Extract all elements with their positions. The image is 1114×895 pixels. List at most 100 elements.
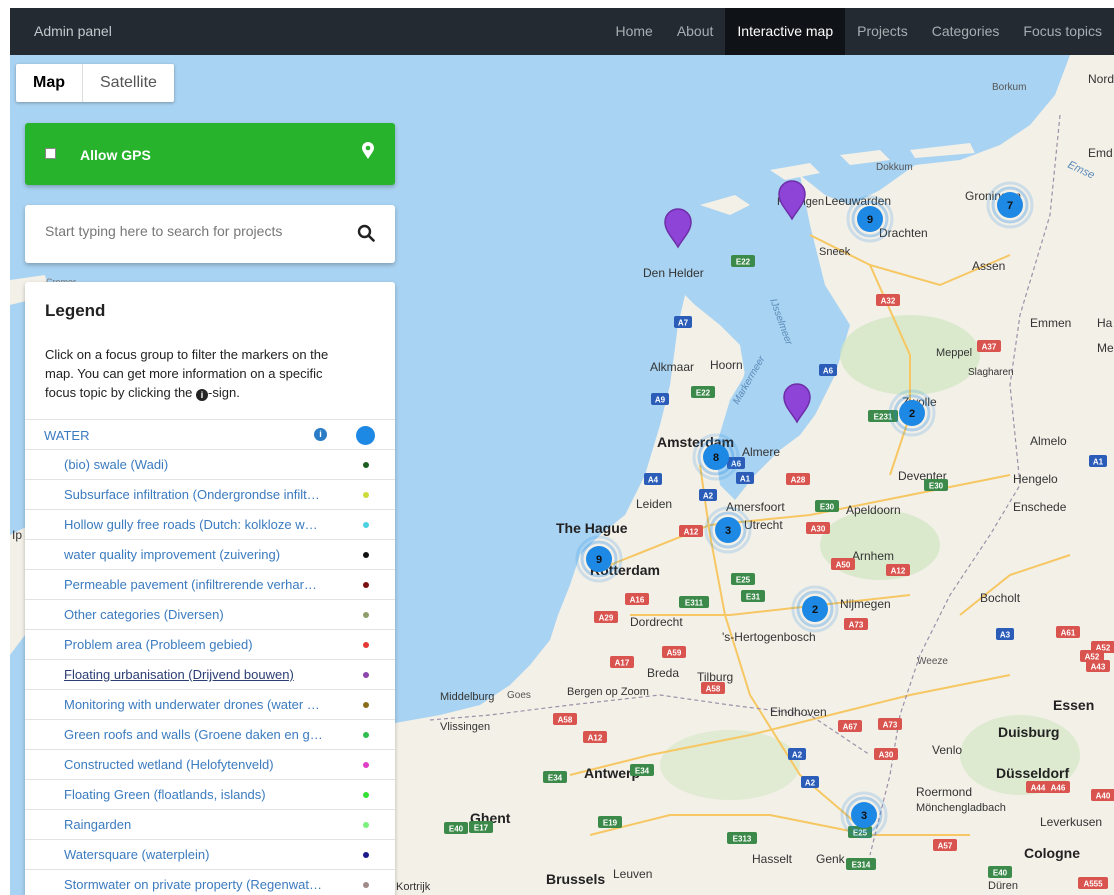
legend-item-label[interactable]: Floating Green (floatlands, islands) bbox=[64, 787, 324, 802]
svg-text:A44: A44 bbox=[1031, 784, 1046, 793]
svg-text:E314: E314 bbox=[852, 861, 871, 870]
map-label: Hasselt bbox=[752, 852, 793, 866]
allow-gps-panel[interactable]: Allow GPS bbox=[25, 123, 395, 185]
map-label: The Hague bbox=[556, 520, 628, 536]
legend-item-color-dot bbox=[363, 762, 369, 768]
legend-item[interactable]: Constructed wetland (Helofytenveld) bbox=[25, 749, 395, 779]
road-sign: E22 bbox=[691, 386, 715, 398]
brand-link[interactable]: Admin panel bbox=[34, 23, 112, 39]
legend-item[interactable]: Stormwater on private property (Regenwat… bbox=[25, 869, 395, 895]
legend-item[interactable]: Watersquare (waterplein) bbox=[25, 839, 395, 869]
road-sign: A43 bbox=[1086, 660, 1110, 672]
allow-gps-label: Allow GPS bbox=[80, 147, 151, 163]
search-input[interactable] bbox=[45, 223, 335, 239]
floating-urbanisation-pin[interactable] bbox=[783, 383, 811, 424]
legend-item-label[interactable]: Constructed wetland (Helofytenveld) bbox=[64, 757, 324, 772]
nav-projects[interactable]: Projects bbox=[845, 8, 920, 55]
svg-text:A555: A555 bbox=[1083, 880, 1103, 889]
svg-text:E17: E17 bbox=[474, 824, 489, 833]
map-label: Apeldoorn bbox=[846, 503, 901, 517]
floating-urbanisation-pin[interactable] bbox=[664, 208, 692, 249]
allow-gps-checkbox[interactable] bbox=[45, 148, 56, 159]
map-label: Den Helder bbox=[643, 266, 704, 280]
svg-text:A50: A50 bbox=[836, 561, 851, 570]
legend-item-color-dot bbox=[363, 462, 369, 468]
legend-item-label[interactable]: Other categories (Diversen) bbox=[64, 607, 324, 622]
svg-text:E22: E22 bbox=[696, 389, 711, 398]
legend-item-label[interactable]: Subsurface infiltration (Ondergrondse in… bbox=[64, 487, 324, 502]
svg-text:E313: E313 bbox=[733, 835, 752, 844]
legend-item[interactable]: Floating Green (floatlands, islands) bbox=[25, 779, 395, 809]
road-sign: A2 bbox=[788, 748, 806, 760]
svg-text:A58: A58 bbox=[706, 685, 721, 694]
legend-item-label[interactable]: (bio) swale (Wadi) bbox=[64, 457, 324, 472]
legend-item[interactable]: water quality improvement (zuivering) bbox=[25, 539, 395, 569]
legend-item-label[interactable]: Floating urbanisation (Drijvend bouwen) bbox=[64, 667, 324, 682]
map-label: Dordrecht bbox=[630, 615, 683, 629]
road-sign: A3 bbox=[996, 628, 1014, 640]
road-sign: A57 bbox=[933, 839, 957, 851]
nav-home[interactable]: Home bbox=[603, 8, 664, 55]
road-sign: E25 bbox=[731, 573, 755, 585]
legend-item[interactable]: (bio) swale (Wadi) bbox=[25, 449, 395, 479]
legend-intro-suffix: -sign. bbox=[208, 385, 240, 400]
legend-item-label[interactable]: Hollow gully free roads (Dutch: kolkloze… bbox=[64, 517, 324, 532]
road-sign: A59 bbox=[662, 646, 686, 658]
svg-text:A2: A2 bbox=[703, 492, 714, 501]
legend-item[interactable]: Other categories (Diversen) bbox=[25, 599, 395, 629]
legend-item[interactable]: Subsurface infiltration (Ondergrondse in… bbox=[25, 479, 395, 509]
floating-urbanisation-pin[interactable] bbox=[778, 180, 806, 221]
svg-text:E22: E22 bbox=[736, 258, 751, 267]
svg-text:A57: A57 bbox=[938, 842, 953, 851]
legend-item-label[interactable]: Stormwater on private property (Regenwat… bbox=[64, 877, 324, 892]
map-label: Mönchengladbach bbox=[916, 802, 1006, 814]
legend-item-color-dot bbox=[363, 852, 369, 858]
legend-item[interactable]: Problem area (Probleem gebied) bbox=[25, 629, 395, 659]
map-view-button[interactable]: Map bbox=[16, 64, 83, 102]
legend-item-label[interactable]: Monitoring with underwater drones (water… bbox=[64, 697, 324, 712]
svg-text:A12: A12 bbox=[684, 528, 699, 537]
search-icon[interactable] bbox=[357, 224, 375, 242]
legend-item-label[interactable]: Raingarden bbox=[64, 817, 324, 832]
road-sign: A17 bbox=[610, 656, 634, 668]
legend-group-label[interactable]: WATER bbox=[44, 428, 90, 443]
satellite-view-button[interactable]: Satellite bbox=[83, 64, 174, 102]
road-sign: A32 bbox=[876, 294, 900, 306]
map-label: Hoorn bbox=[710, 358, 743, 372]
svg-text:A46: A46 bbox=[1051, 784, 1066, 793]
map-label: Duisburg bbox=[998, 724, 1059, 740]
map-label: Middelburg bbox=[440, 691, 494, 703]
legend-item-color-dot bbox=[363, 522, 369, 528]
road-sign: A40 bbox=[1091, 789, 1114, 801]
legend-item-label[interactable]: Watersquare (waterplein) bbox=[64, 847, 324, 862]
legend-item-label[interactable]: Problem area (Probleem gebied) bbox=[64, 637, 324, 652]
cluster-count: 8 bbox=[713, 452, 719, 464]
legend-item-label[interactable]: water quality improvement (zuivering) bbox=[64, 547, 324, 562]
map-label: Düsseldorf bbox=[996, 765, 1069, 781]
info-icon[interactable]: i bbox=[314, 428, 327, 441]
nav-focus-topics[interactable]: Focus topics bbox=[1011, 8, 1114, 55]
legend-item[interactable]: Permeable pavement (infiltrerende verhar… bbox=[25, 569, 395, 599]
legend-item[interactable]: Hollow gully free roads (Dutch: kolkloze… bbox=[25, 509, 395, 539]
map-label: Breda bbox=[647, 666, 679, 680]
legend-item[interactable]: Green roofs and walls (Groene daken en g… bbox=[25, 719, 395, 749]
svg-text:A61: A61 bbox=[1061, 629, 1076, 638]
legend-item[interactable]: Floating urbanisation (Drijvend bouwen) bbox=[25, 659, 395, 689]
location-pin-icon bbox=[362, 142, 374, 159]
svg-text:A4: A4 bbox=[648, 476, 659, 485]
legend-item-color-dot bbox=[363, 882, 369, 888]
legend-group-water[interactable]: WATER i bbox=[25, 419, 395, 449]
svg-text:E40: E40 bbox=[449, 825, 464, 834]
svg-text:E30: E30 bbox=[929, 482, 944, 491]
group-color-dot bbox=[356, 426, 375, 445]
legend-item[interactable]: Monitoring with underwater drones (water… bbox=[25, 689, 395, 719]
nav-interactive-map[interactable]: Interactive map bbox=[725, 8, 846, 55]
legend-item[interactable]: Raingarden bbox=[25, 809, 395, 839]
map-label: Borkum bbox=[992, 82, 1026, 93]
legend-item-label[interactable]: Permeable pavement (infiltrerende verhar… bbox=[64, 577, 324, 592]
legend-item-label[interactable]: Green roofs and walls (Groene daken en g… bbox=[64, 727, 324, 742]
nav-about[interactable]: About bbox=[665, 8, 726, 55]
nav-categories[interactable]: Categories bbox=[920, 8, 1012, 55]
svg-text:E31: E31 bbox=[746, 593, 761, 602]
svg-text:A2: A2 bbox=[792, 751, 803, 760]
